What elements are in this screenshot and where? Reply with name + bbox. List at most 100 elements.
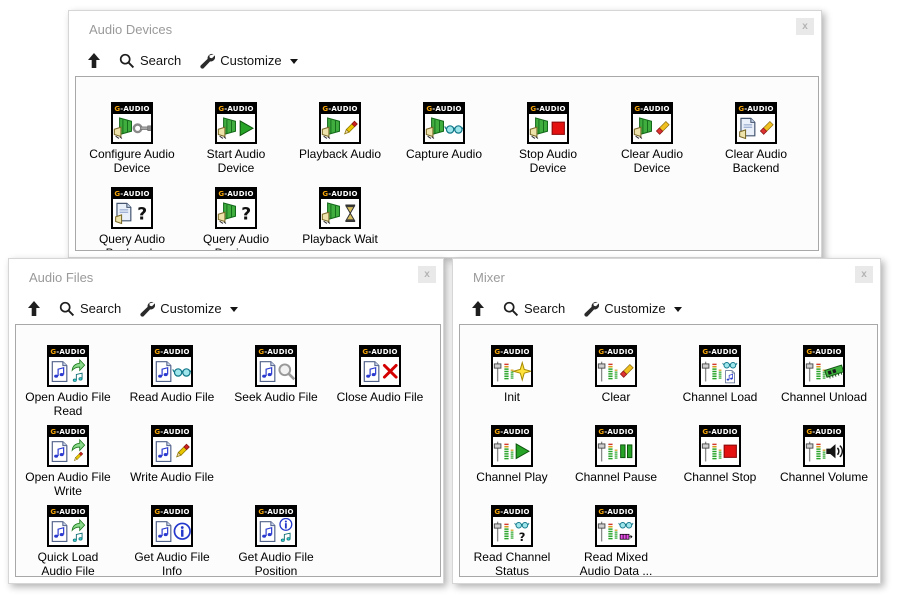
g-audio-banner: G-AUDIO bbox=[153, 427, 191, 438]
palette-item-channel-stop[interactable]: G-AUDIOChannel Stop bbox=[668, 405, 772, 485]
close-button[interactable]: x bbox=[418, 266, 436, 283]
svg-text:?: ? bbox=[137, 204, 147, 224]
palette-item-playback-wait[interactable]: G-AUDIOPlayback Wait bbox=[288, 162, 392, 251]
palette-item-channel-play[interactable]: G-AUDIOChannel Play bbox=[460, 405, 564, 485]
palette-item-label: Get Audio File Info bbox=[126, 550, 218, 577]
mixer-glyph bbox=[598, 362, 617, 382]
palette-item-label: Read Audio File bbox=[130, 390, 215, 404]
palette-item-init[interactable]: G-AUDIOInit bbox=[460, 325, 564, 405]
palette-item-query-audio-backends[interactable]: G-AUDIO?Query Audio Backends bbox=[80, 162, 184, 251]
speaker-glyph bbox=[634, 118, 651, 138]
titlebar[interactable]: Audio Devices x bbox=[69, 11, 821, 47]
palette-item-channel-volume[interactable]: G-AUDIOChannel Volume bbox=[772, 405, 876, 485]
wrench-icon bbox=[139, 301, 155, 317]
toolbar: Search Customize bbox=[69, 47, 821, 74]
question-glyph: ? bbox=[519, 530, 526, 544]
search-label: Search bbox=[524, 301, 565, 316]
g-audio-banner: G-AUDIO bbox=[321, 189, 359, 200]
close-button[interactable]: x bbox=[796, 18, 814, 35]
palette-item-clear-audio-device[interactable]: G-AUDIOClear Audio Device bbox=[600, 77, 704, 175]
g-audio-icon: G-AUDIO bbox=[255, 345, 297, 387]
g-audio-icon: G-AUDIO? bbox=[215, 187, 257, 229]
g-audio-banner: G-AUDIO bbox=[153, 507, 191, 518]
g-audio-banner: G-AUDIO bbox=[805, 427, 843, 438]
mixer-glyph bbox=[598, 522, 617, 542]
palette-item-capture-audio[interactable]: G-AUDIOCapture Audio bbox=[392, 77, 496, 175]
g-audio-banner: G-AUDIO bbox=[153, 347, 191, 358]
search-icon bbox=[59, 301, 75, 317]
play-glyph bbox=[516, 444, 529, 459]
g-audio-icon: G-AUDIO bbox=[151, 345, 193, 387]
wrench-icon bbox=[583, 301, 599, 317]
palette-item-clear-audio-backend[interactable]: G-AUDIOClear Audio Backend bbox=[704, 77, 808, 175]
notes-glyph bbox=[73, 373, 82, 381]
close-button[interactable]: x bbox=[855, 266, 873, 283]
search-button[interactable]: Search bbox=[503, 301, 565, 317]
palette-item-channel-load[interactable]: G-AUDIOChannel Load bbox=[668, 325, 772, 405]
customize-button[interactable]: Customize bbox=[583, 301, 681, 317]
up-one-level-button[interactable] bbox=[87, 53, 101, 69]
customize-button[interactable]: Customize bbox=[139, 301, 237, 317]
palette-item-get-audio-file-info[interactable]: G-AUDIO Get Audio File Info bbox=[120, 485, 224, 577]
g-audio-icon: G-AUDIO bbox=[255, 505, 297, 547]
file-glyph bbox=[156, 522, 171, 542]
window-title: Audio Files bbox=[29, 270, 93, 285]
g-audio-icon: G-AUDIO bbox=[215, 102, 257, 144]
palette-item-label: Read Mixed Audio Data ... bbox=[570, 550, 662, 577]
customize-button[interactable]: Customize bbox=[199, 53, 297, 69]
glasses-glyph bbox=[173, 369, 191, 376]
palette-content: G-AUDIOOpen Audio File ReadG-AUDIORead A… bbox=[15, 324, 441, 577]
titlebar[interactable]: Audio Files x bbox=[9, 259, 443, 295]
wrench-icon bbox=[199, 53, 215, 69]
svg-text:?: ? bbox=[519, 530, 526, 544]
pencil-glyph bbox=[73, 452, 82, 461]
palette-item-seek-audio-file[interactable]: G-AUDIOSeek Audio File bbox=[224, 325, 328, 418]
g-audio-icon: G-AUDIO bbox=[47, 345, 89, 387]
info-glyph bbox=[280, 518, 292, 530]
mixer-glyph bbox=[494, 522, 513, 542]
palette-row: G-AUDIOOpen Audio File ReadG-AUDIORead A… bbox=[16, 325, 440, 405]
palette-item-label: Channel Play bbox=[476, 470, 547, 484]
palette-item-channel-unload[interactable]: G-AUDIOChannel Unload bbox=[772, 325, 876, 405]
search-button[interactable]: Search bbox=[119, 53, 181, 69]
palette-item-quick-load-audio-file[interactable]: G-AUDIOQuick Load Audio File bbox=[16, 485, 120, 577]
palette-item-label: Close Audio File bbox=[337, 390, 424, 404]
g-audio-icon: G-AUDIO bbox=[491, 345, 533, 387]
palette-item-channel-pause[interactable]: G-AUDIOChannel Pause bbox=[564, 405, 668, 485]
g-audio-icon: G-AUDIO bbox=[47, 425, 89, 467]
palette-item-configure-audio-device[interactable]: G-AUDIOConfigure Audio Device bbox=[80, 77, 184, 175]
palette-item-clear[interactable]: G-AUDIOClear bbox=[564, 325, 668, 405]
palette-item-query-audio-devices[interactable]: G-AUDIO?Query Audio Devices bbox=[184, 162, 288, 251]
titlebar[interactable]: Mixer x bbox=[453, 259, 880, 295]
glasses-glyph bbox=[619, 523, 633, 529]
speaker-glyph bbox=[322, 118, 339, 138]
info-glyph bbox=[174, 523, 190, 539]
palette-item-read-mixed-audio-data[interactable]: G-AUDIORead Mixed Audio Data ... bbox=[564, 485, 668, 577]
palette-row: G-AUDIOInitG-AUDIOClearG-AUDIOChannel Lo… bbox=[460, 325, 877, 405]
g-audio-banner: G-AUDIO bbox=[49, 347, 87, 358]
palette-item-label: Write Audio File bbox=[130, 470, 214, 484]
up-one-level-button[interactable] bbox=[471, 301, 485, 317]
g-audio-banner: G-AUDIO bbox=[597, 427, 635, 438]
magnifier-glyph bbox=[279, 364, 294, 379]
palette-item-read-channel-status[interactable]: G-AUDIO?Read Channel Status bbox=[460, 485, 564, 577]
g-audio-banner: G-AUDIO bbox=[493, 347, 531, 358]
g-audio-banner: G-AUDIO bbox=[633, 104, 671, 115]
palette-row: G-AUDIOChannel PlayG-AUDIOChannel PauseG… bbox=[460, 405, 877, 485]
palette-item-close-audio-file[interactable]: G-AUDIOClose Audio File bbox=[328, 325, 432, 418]
customize-label: Customize bbox=[160, 301, 221, 316]
palette-item-start-audio-device[interactable]: G-AUDIOStart Audio Device bbox=[184, 77, 288, 175]
palette-item-playback-audio[interactable]: G-AUDIOPlayback Audio bbox=[288, 77, 392, 175]
docspeaker-glyph bbox=[740, 118, 755, 138]
palette-item-get-audio-file-position[interactable]: G-AUDIOGet Audio File Position bbox=[224, 485, 328, 577]
up-one-level-button[interactable] bbox=[27, 301, 41, 317]
g-audio-icon: G-AUDIO bbox=[595, 345, 637, 387]
g-audio-banner: G-AUDIO bbox=[425, 104, 463, 115]
g-audio-banner: G-AUDIO bbox=[217, 104, 255, 115]
g-audio-icon: G-AUDIO bbox=[319, 187, 361, 229]
customize-label: Customize bbox=[604, 301, 665, 316]
notes-glyph bbox=[281, 533, 290, 541]
chevron-down-icon bbox=[290, 59, 298, 64]
palette-item-stop-audio-device[interactable]: G-AUDIOStop Audio Device bbox=[496, 77, 600, 175]
search-button[interactable]: Search bbox=[59, 301, 121, 317]
